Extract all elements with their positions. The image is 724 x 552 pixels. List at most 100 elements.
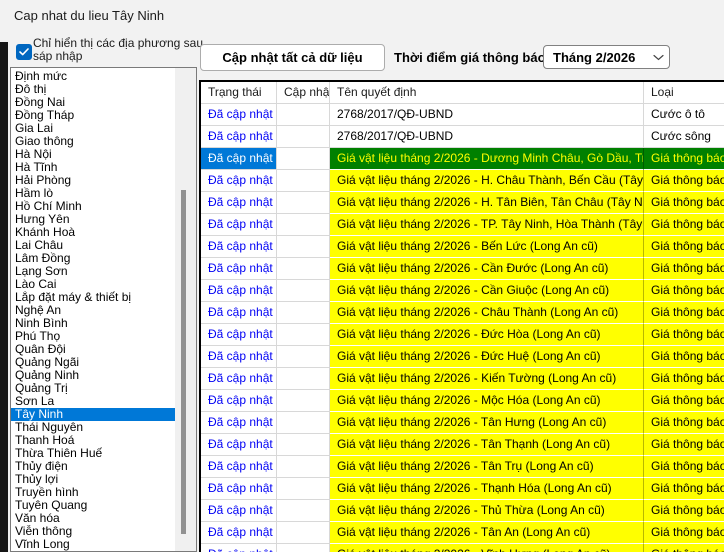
cell-update[interactable] [277, 236, 330, 258]
cell-type[interactable]: Cước ô tô [644, 104, 724, 126]
cell-name[interactable]: 2768/2017/QĐ-UBND [330, 126, 644, 148]
table-row[interactable]: Đã cập nhật Giá vật liệu tháng 2/2026 - … [201, 412, 724, 434]
cell-update[interactable] [277, 324, 330, 346]
province-list-item[interactable]: Thanh Hoá [11, 434, 175, 447]
province-list-item[interactable]: Khánh Hoà [11, 226, 175, 239]
cell-status[interactable]: Đã cập nhật [201, 544, 277, 552]
cell-update[interactable] [277, 390, 330, 412]
cell-name[interactable]: Giá vật liệu tháng 2/2026 - Thạnh Hóa (L… [330, 478, 644, 500]
table-row[interactable]: Đã cập nhật Giá vật liệu tháng 2/2026 - … [201, 214, 724, 236]
cell-update[interactable] [277, 456, 330, 478]
table-row[interactable]: Đã cập nhật 2768/2017/QĐ-UBND Cước sông [201, 126, 724, 148]
col-header-status[interactable]: Trạng thái [201, 82, 277, 104]
cell-update[interactable] [277, 522, 330, 544]
province-list-item[interactable]: Hà Nội [11, 148, 175, 161]
province-list-item[interactable]: Hà Tĩnh [11, 161, 175, 174]
province-list-item[interactable]: Thái Nguyên [11, 421, 175, 434]
cell-name[interactable]: Giá vật liệu tháng 2/2026 - Cần Đước (Lo… [330, 258, 644, 280]
cell-status[interactable]: Đã cập nhật [201, 302, 277, 324]
col-header-update[interactable]: Cập nhật [277, 82, 330, 104]
province-list-item[interactable]: Quảng Ngãi [11, 356, 175, 369]
merged-localities-checkbox[interactable] [16, 44, 32, 60]
cell-type[interactable]: Giá thông báo [644, 434, 724, 456]
cell-status[interactable]: Đã cập nhật [201, 192, 277, 214]
province-list-item[interactable]: Thủy lợi [11, 473, 175, 486]
cell-type[interactable]: Giá thông báo [644, 214, 724, 236]
province-list-item[interactable]: Sơn La [11, 395, 175, 408]
cell-status[interactable]: Đã cập nhật [201, 346, 277, 368]
province-list-item[interactable]: Định mức [11, 70, 175, 83]
cell-type[interactable]: Giá thông báo [644, 390, 724, 412]
province-list-item[interactable]: Hải Phòng [11, 174, 175, 187]
scrollbar-thumb[interactable] [181, 190, 186, 534]
cell-status[interactable]: Đã cập nhật [201, 456, 277, 478]
cell-update[interactable] [277, 544, 330, 552]
cell-type[interactable]: Cước sông [644, 126, 724, 148]
cell-name[interactable]: Giá vật liệu tháng 2/2026 - Cần Giuộc (L… [330, 280, 644, 302]
cell-name[interactable]: Giá vật liệu tháng 2/2026 - Đức Huệ (Lon… [330, 346, 644, 368]
cell-type[interactable]: Giá thông báo [644, 478, 724, 500]
province-list-item[interactable]: Tuyên Quang [11, 499, 175, 512]
table-row[interactable]: Đã cập nhật Giá vật liệu tháng 2/2026 - … [201, 500, 724, 522]
table-row[interactable]: Đã cập nhật Giá vật liệu tháng 2/2026 - … [201, 302, 724, 324]
col-header-name[interactable]: Tên quyết định [330, 82, 644, 104]
cell-update[interactable] [277, 148, 330, 170]
cell-status[interactable]: Đã cập nhật [201, 368, 277, 390]
cell-type[interactable]: Giá thông báo [644, 302, 724, 324]
cell-type[interactable]: Giá thông báo [644, 324, 724, 346]
cell-name[interactable]: Giá vật liệu tháng 2/2026 - Mộc Hóa (Lon… [330, 390, 644, 412]
cell-type[interactable]: Giá thông báo [644, 346, 724, 368]
cell-name[interactable]: Giá vật liệu tháng 2/2026 - Đức Hòa (Lon… [330, 324, 644, 346]
table-row[interactable]: Đã cập nhật Giá vật liệu tháng 2/2026 - … [201, 346, 724, 368]
province-list-item[interactable]: Lâm Đồng [11, 252, 175, 265]
cell-type[interactable]: Giá thông báo [644, 456, 724, 478]
cell-type[interactable]: Giá thông báo [644, 500, 724, 522]
table-row[interactable]: Đã cập nhật Giá vật liệu tháng 2/2026 - … [201, 192, 724, 214]
cell-name[interactable]: Giá vật liệu tháng 2/2026 - Kiến Tường (… [330, 368, 644, 390]
cell-status[interactable]: Đã cập nhật [201, 214, 277, 236]
cell-type[interactable]: Giá thông báo [644, 148, 724, 170]
cell-status[interactable]: Đã cập nhật [201, 522, 277, 544]
cell-name[interactable]: Giá vật liệu tháng 2/2026 - H. Châu Thàn… [330, 170, 644, 192]
cell-name[interactable]: Giá vật liệu tháng 2/2026 - H. Tân Biên,… [330, 192, 644, 214]
cell-update[interactable] [277, 346, 330, 368]
table-row[interactable]: Đã cập nhật Giá vật liệu tháng 2/2026 - … [201, 148, 724, 170]
cell-update[interactable] [277, 214, 330, 236]
province-list-scrollbar[interactable] [175, 68, 196, 551]
cell-name[interactable]: Giá vật liệu tháng 2/2026 - Tân Hưng (Lo… [330, 412, 644, 434]
cell-name[interactable]: 2768/2017/QĐ-UBND [330, 104, 644, 126]
cell-name[interactable]: Giá vật liệu tháng 2/2026 - Châu Thành (… [330, 302, 644, 324]
cell-update[interactable] [277, 302, 330, 324]
province-list-item[interactable]: Truyền hình [11, 486, 175, 499]
cell-update[interactable] [277, 500, 330, 522]
col-header-type[interactable]: Loại [644, 82, 724, 104]
cell-name[interactable]: Giá vật liệu tháng 2/2026 - Tân Trụ (Lon… [330, 456, 644, 478]
table-row[interactable]: Đã cập nhật Giá vật liệu tháng 2/2026 - … [201, 456, 724, 478]
province-list-item[interactable]: Đồng Tháp [11, 109, 175, 122]
table-row[interactable]: Đã cập nhật Giá vật liệu tháng 2/2026 - … [201, 478, 724, 500]
cell-type[interactable]: Giá thông báo [644, 522, 724, 544]
cell-type[interactable]: Giá thông báo [644, 544, 724, 552]
cell-status[interactable]: Đã cập nhật [201, 104, 277, 126]
province-list-item[interactable]: Lạng Sơn [11, 265, 175, 278]
cell-update[interactable] [277, 170, 330, 192]
table-row[interactable]: Đã cập nhật 2768/2017/QĐ-UBND Cước ô tô [201, 104, 724, 126]
cell-name[interactable]: Giá vật liệu tháng 2/2026 - TP. Tây Ninh… [330, 214, 644, 236]
cell-type[interactable]: Giá thông báo [644, 192, 724, 214]
table-row[interactable]: Đã cập nhật Giá vật liệu tháng 2/2026 - … [201, 522, 724, 544]
cell-status[interactable]: Đã cập nhật [201, 500, 277, 522]
province-list-item[interactable]: Đô thị [11, 83, 175, 96]
table-row[interactable]: Đã cập nhật Giá vật liệu tháng 2/2026 - … [201, 236, 724, 258]
table-row[interactable]: Đã cập nhật Giá vật liệu tháng 2/2026 - … [201, 280, 724, 302]
cell-update[interactable] [277, 478, 330, 500]
cell-status[interactable]: Đã cập nhật [201, 148, 277, 170]
cell-type[interactable]: Giá thông báo [644, 170, 724, 192]
cell-status[interactable]: Đã cập nhật [201, 324, 277, 346]
province-list-item[interactable]: Quảng Trị [11, 382, 175, 395]
table-row[interactable]: Đã cập nhật Giá vật liệu tháng 2/2026 - … [201, 434, 724, 456]
cell-name[interactable]: Giá vật liệu tháng 2/2026 - Thủ Thừa (Lo… [330, 500, 644, 522]
table-row[interactable]: Đã cập nhật Giá vật liệu tháng 2/2026 - … [201, 368, 724, 390]
province-list-item[interactable]: Hồ Chí Minh [11, 200, 175, 213]
cell-status[interactable]: Đã cập nhật [201, 170, 277, 192]
cell-type[interactable]: Giá thông báo [644, 280, 724, 302]
